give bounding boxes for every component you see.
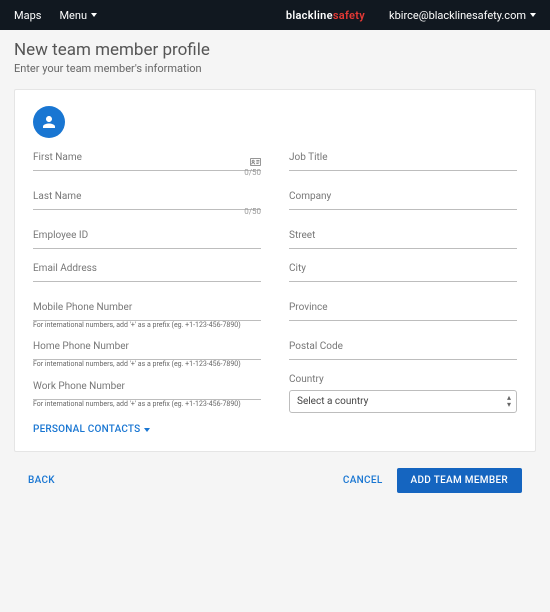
account-email: kbirce@blacklinesafety.com xyxy=(389,9,526,22)
province-label: Province xyxy=(289,302,517,321)
page-header: New team member profile Enter your team … xyxy=(0,30,550,83)
email-label: Email Address xyxy=(33,263,261,282)
avatar-placeholder[interactable] xyxy=(33,106,65,138)
home-hint: For international numbers, add '+' as a … xyxy=(33,360,261,368)
company-field[interactable]: Company xyxy=(289,191,517,210)
mobile-phone-label: Mobile Phone Number xyxy=(33,302,261,321)
first-name-counter: 0/50 xyxy=(244,168,261,177)
street-label: Street xyxy=(289,230,517,249)
nav-menu[interactable]: Menu xyxy=(59,9,97,22)
chevron-down-icon xyxy=(530,13,536,17)
province-field[interactable]: Province xyxy=(289,302,517,321)
email-field[interactable]: Email Address xyxy=(33,263,261,282)
form-card: First Name 0/50 Last Name 0/50 Employee … xyxy=(14,89,536,452)
page-subtitle: Enter your team member's information xyxy=(14,62,536,75)
postal-code-field[interactable]: Postal Code xyxy=(289,341,517,360)
first-name-field[interactable]: First Name 0/50 xyxy=(33,152,261,171)
work-phone-field[interactable]: Work Phone Number xyxy=(33,381,261,400)
chevron-down-icon xyxy=(91,13,97,17)
company-label: Company xyxy=(289,191,517,210)
first-name-label: First Name xyxy=(33,152,261,171)
country-label: Country xyxy=(289,374,517,385)
last-name-counter: 0/50 xyxy=(244,207,261,216)
employee-id-label: Employee ID xyxy=(33,230,261,249)
employee-id-field[interactable]: Employee ID xyxy=(33,230,261,249)
brand-logo: blacklinesafety xyxy=(286,9,365,22)
city-label: City xyxy=(289,263,517,282)
footer-actions: BACK CANCEL ADD TEAM MEMBER xyxy=(0,452,550,493)
brand-part1: blackline xyxy=(286,9,333,22)
person-icon xyxy=(40,113,58,131)
personal-contacts-label: PERSONAL CONTACTS xyxy=(33,424,140,435)
work-hint: For international numbers, add '+' as a … xyxy=(33,400,261,408)
form-left-column: First Name 0/50 Last Name 0/50 Employee … xyxy=(33,152,261,435)
country-select[interactable]: Select a country xyxy=(289,390,517,413)
nav-menu-label: Menu xyxy=(59,9,87,22)
job-title-field[interactable]: Job Title xyxy=(289,152,517,171)
topbar: Maps Menu blacklinesafety kbirce@blackli… xyxy=(0,0,550,30)
personal-contacts-toggle[interactable]: PERSONAL CONTACTS xyxy=(33,424,261,435)
form-right-column: Job Title Company Street City Province P… xyxy=(289,152,517,435)
back-button[interactable]: BACK xyxy=(28,475,55,486)
last-name-field[interactable]: Last Name 0/50 xyxy=(33,191,261,210)
work-phone-label: Work Phone Number xyxy=(33,381,261,400)
mobile-phone-field[interactable]: Mobile Phone Number xyxy=(33,302,261,321)
chevron-down-icon xyxy=(144,428,150,432)
city-field[interactable]: City xyxy=(289,263,517,282)
page-title: New team member profile xyxy=(14,40,536,60)
postal-code-label: Postal Code xyxy=(289,341,517,360)
last-name-label: Last Name xyxy=(33,191,261,210)
nav-maps[interactable]: Maps xyxy=(14,9,41,22)
street-field[interactable]: Street xyxy=(289,230,517,249)
cancel-button[interactable]: CANCEL xyxy=(343,475,383,486)
home-phone-field[interactable]: Home Phone Number xyxy=(33,341,261,360)
country-field-wrap: Country Select a country ▴▾ xyxy=(289,374,517,413)
mobile-hint: For international numbers, add '+' as a … xyxy=(33,321,261,329)
brand-part2: safety xyxy=(333,9,365,22)
job-title-label: Job Title xyxy=(289,152,517,171)
account-menu[interactable]: kbirce@blacklinesafety.com xyxy=(389,9,536,22)
add-team-member-button[interactable]: ADD TEAM MEMBER xyxy=(397,468,522,493)
home-phone-label: Home Phone Number xyxy=(33,341,261,360)
